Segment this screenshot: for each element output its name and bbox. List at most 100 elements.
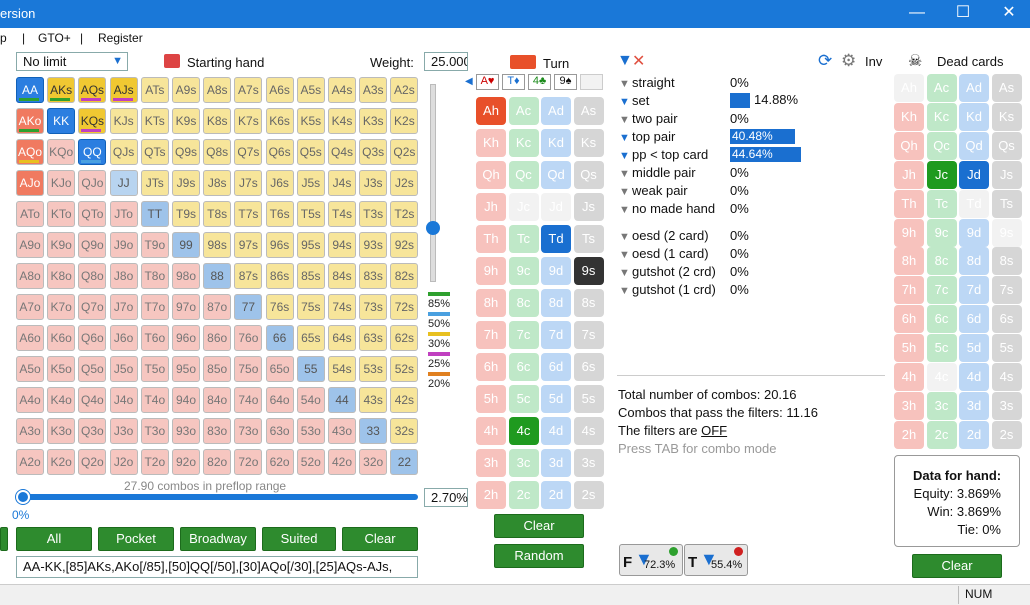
weight-input[interactable]: 25.000 bbox=[424, 52, 468, 71]
card-6s[interactable]: 6s bbox=[991, 305, 1022, 334]
hand-cell[interactable]: 97s bbox=[234, 232, 263, 258]
funnel-icon[interactable]: ▼ bbox=[619, 150, 630, 162]
suited-button[interactable]: Suited bbox=[262, 527, 336, 551]
card-8h[interactable]: 8h bbox=[476, 289, 506, 317]
card-2d[interactable]: 2d bbox=[959, 420, 989, 449]
card-4h[interactable]: 4h bbox=[476, 417, 506, 445]
hand-cell[interactable]: K9s bbox=[172, 108, 200, 134]
hand-cell[interactable]: K3o bbox=[47, 418, 76, 444]
hand-cell[interactable]: T5o bbox=[140, 356, 169, 382]
card-3c[interactable]: 3c bbox=[508, 449, 539, 477]
card-Ah[interactable]: Ah bbox=[476, 97, 506, 125]
hand-cell[interactable]: T6o bbox=[140, 325, 169, 351]
card-7s[interactable]: 7s bbox=[573, 321, 604, 349]
hand-cell[interactable]: AJo bbox=[16, 170, 44, 196]
card-Th[interactable]: Th bbox=[476, 225, 506, 253]
card-2s[interactable]: 2s bbox=[991, 420, 1022, 449]
funnel-icon[interactable]: ▼ bbox=[619, 249, 630, 261]
card-Ac[interactable]: Ac bbox=[508, 97, 539, 125]
hand-cell[interactable]: J7o bbox=[109, 294, 138, 320]
hand-cell[interactable]: A4s bbox=[328, 77, 356, 103]
hand-cell[interactable]: 52o bbox=[296, 449, 325, 475]
hand-cell[interactable]: 96o bbox=[172, 325, 200, 351]
card-3c[interactable]: 3c bbox=[926, 391, 957, 420]
hand-cell[interactable]: K8o bbox=[47, 263, 76, 289]
dead-clear-button[interactable]: Clear bbox=[912, 554, 1002, 578]
card-8d[interactable]: 8d bbox=[959, 247, 989, 276]
hand-cell[interactable]: J4s bbox=[328, 170, 356, 196]
funnel-icon[interactable]: ▼ bbox=[619, 168, 630, 180]
board-card-4[interactable]: 9♠ bbox=[554, 74, 577, 90]
hand-cell[interactable]: 54s bbox=[328, 356, 356, 382]
hand-cell[interactable]: QJs bbox=[109, 139, 138, 165]
hand-cell[interactable]: AQs bbox=[78, 77, 107, 103]
hand-cell[interactable]: 62o bbox=[265, 449, 294, 475]
hand-cell[interactable]: 43s bbox=[359, 387, 388, 413]
prev-button[interactable] bbox=[0, 527, 8, 551]
hand-cell[interactable]: 93s bbox=[359, 232, 388, 258]
hand-cell[interactable]: 33 bbox=[359, 418, 388, 444]
card-Qd[interactable]: Qd bbox=[541, 161, 571, 189]
card-Kc[interactable]: Kc bbox=[926, 102, 957, 131]
hand-cell[interactable]: J8o bbox=[109, 263, 138, 289]
hand-cell[interactable]: 64s bbox=[328, 325, 356, 351]
hand-cell[interactable]: JTo bbox=[109, 201, 138, 227]
weight-slider-handle[interactable] bbox=[426, 221, 440, 235]
card-Qc[interactable]: Qc bbox=[926, 131, 957, 160]
board-card-3[interactable]: 4♣ bbox=[528, 74, 551, 90]
funnel-icon[interactable]: ▼ bbox=[619, 285, 630, 297]
hand-cell[interactable]: KQo bbox=[47, 139, 76, 165]
card-Ks[interactable]: Ks bbox=[573, 129, 604, 157]
pocket-button[interactable]: Pocket bbox=[98, 527, 174, 551]
card-7s[interactable]: 7s bbox=[991, 276, 1022, 305]
hand-cell[interactable]: Q2o bbox=[78, 449, 107, 475]
hand-cell[interactable]: J6s bbox=[265, 170, 294, 196]
hand-cell[interactable]: 65s bbox=[296, 325, 325, 351]
hand-cell[interactable]: A4o bbox=[16, 387, 44, 413]
hand-cell[interactable]: 72s bbox=[390, 294, 419, 320]
card-2c[interactable]: 2c bbox=[508, 481, 539, 509]
hand-cell[interactable]: AKs bbox=[47, 77, 76, 103]
hand-cell[interactable]: J6o bbox=[109, 325, 138, 351]
hand-cell[interactable]: 63o bbox=[265, 418, 294, 444]
card-5s[interactable]: 5s bbox=[573, 385, 604, 413]
hand-cell[interactable]: K7s bbox=[234, 108, 263, 134]
hand-cell[interactable]: 53o bbox=[296, 418, 325, 444]
card-7d[interactable]: 7d bbox=[959, 276, 989, 305]
hand-cell[interactable]: 94o bbox=[172, 387, 200, 413]
hand-cell[interactable]: 76s bbox=[265, 294, 294, 320]
card-4s[interactable]: 4s bbox=[573, 417, 604, 445]
hand-cell[interactable]: KQs bbox=[78, 108, 107, 134]
hand-cell[interactable]: 22 bbox=[390, 449, 419, 475]
hand-cell[interactable]: T3s bbox=[359, 201, 388, 227]
card-6d[interactable]: 6d bbox=[959, 305, 989, 334]
card-3s[interactable]: 3s bbox=[991, 391, 1022, 420]
hand-cell[interactable]: 93o bbox=[172, 418, 200, 444]
card-9h[interactable]: 9h bbox=[894, 218, 924, 247]
card-Jh[interactable]: Jh bbox=[476, 193, 506, 221]
filter-row[interactable]: ▼ no made hand 0% bbox=[619, 201, 879, 219]
hand-cell[interactable]: 86s bbox=[265, 263, 294, 289]
hand-cell[interactable]: 83o bbox=[203, 418, 232, 444]
hand-cell[interactable]: A3s bbox=[359, 77, 388, 103]
hand-cell[interactable]: T3o bbox=[140, 418, 169, 444]
hand-cell[interactable]: 74o bbox=[234, 387, 263, 413]
filter-row[interactable]: ▼ weak pair 0% bbox=[619, 183, 879, 201]
hand-cell[interactable]: T8o bbox=[140, 263, 169, 289]
hand-cell[interactable]: 94s bbox=[328, 232, 356, 258]
hand-cell[interactable]: 75o bbox=[234, 356, 263, 382]
card-Ts[interactable]: Ts bbox=[991, 189, 1022, 218]
hand-cell[interactable]: 97o bbox=[172, 294, 200, 320]
hand-cell[interactable]: T9o bbox=[140, 232, 169, 258]
hand-cell[interactable]: 42s bbox=[390, 387, 419, 413]
hand-cell[interactable]: Q4o bbox=[78, 387, 107, 413]
weight-slider-track[interactable] bbox=[430, 84, 436, 282]
hand-cell[interactable]: K4s bbox=[328, 108, 356, 134]
hand-cell[interactable]: 43o bbox=[328, 418, 356, 444]
hand-cell[interactable]: AKo bbox=[16, 108, 44, 134]
card-Kh[interactable]: Kh bbox=[476, 129, 506, 157]
card-As[interactable]: As bbox=[991, 74, 1022, 102]
card-Jc[interactable]: Jc bbox=[508, 193, 539, 221]
card-7h[interactable]: 7h bbox=[894, 276, 924, 305]
hand-cell[interactable]: A8o bbox=[16, 263, 44, 289]
